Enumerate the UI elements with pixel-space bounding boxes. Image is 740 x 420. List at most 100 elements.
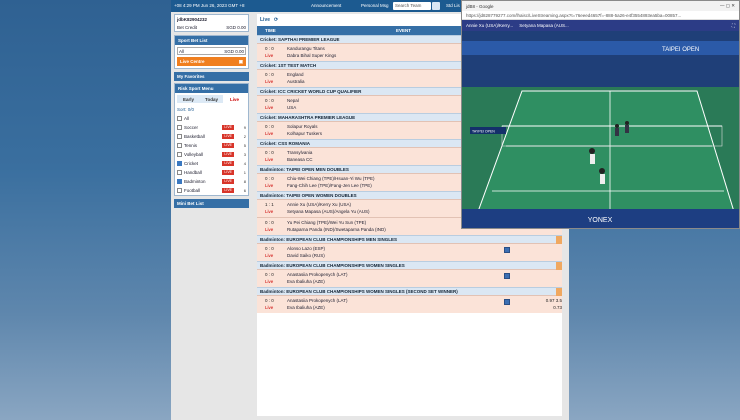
fullscreen-icon[interactable]: ⛶ bbox=[732, 23, 735, 28]
stream-tab-2[interactable]: Setyana Mapasa (AUS... bbox=[519, 23, 569, 28]
sponsor-board: TAIPEI OPEN bbox=[662, 47, 699, 53]
sport-checkbox[interactable] bbox=[177, 170, 182, 175]
sport-item[interactable]: Badminton LIVE 8 bbox=[175, 177, 248, 186]
sport-checkbox[interactable] bbox=[177, 125, 182, 130]
sport-count: 9 bbox=[243, 125, 246, 130]
match-row: 0 : 0 Live Anastasiia Prokopenych (LAT) Eva… bbox=[257, 295, 562, 313]
live-badge: LIVE bbox=[222, 125, 234, 130]
live-label: Live bbox=[265, 227, 274, 232]
sport-name: Soccer bbox=[184, 125, 199, 130]
sport-count: 5 bbox=[243, 143, 246, 148]
sport-checkbox[interactable] bbox=[177, 152, 182, 157]
stream-icon[interactable] bbox=[504, 247, 510, 253]
live-stream-window: jdB8 - Google — ▢ ✕ https://jd828779277.c… bbox=[461, 0, 740, 229]
sport-checkbox[interactable] bbox=[177, 143, 182, 148]
sport-item[interactable]: Cricket LIVE 4 bbox=[175, 159, 248, 168]
match-teams: Anastasiia Prokopenych (LAT) Eva Ibaliuha… bbox=[285, 296, 504, 313]
sport-count: 1 bbox=[243, 170, 246, 175]
mini-bet-list[interactable]: Mini Bet List bbox=[174, 199, 249, 208]
my-favorites[interactable]: My Favorites bbox=[174, 72, 249, 81]
league-name: Cricket: 1ST TEST MATCH bbox=[260, 63, 317, 68]
live-badge: LIVE bbox=[222, 152, 234, 157]
refresh-icon[interactable]: ⟳ bbox=[274, 17, 278, 23]
live-label: Live bbox=[265, 131, 274, 136]
stream-icon[interactable] bbox=[504, 273, 510, 279]
league-name: Badminton: TAIPEI OPEN MEN DOUBLES bbox=[260, 167, 349, 172]
stream-window-title: jdB8 - Google — ▢ ✕ bbox=[462, 1, 739, 11]
match-score: 0 : 0 Live bbox=[257, 296, 285, 313]
live-label: Live bbox=[265, 79, 274, 84]
sport-item[interactable]: Basketball LIVE 2 bbox=[175, 132, 248, 141]
sport-item[interactable]: Tennis LIVE 5 bbox=[175, 141, 248, 150]
sport-item[interactable]: Handball LIVE 1 bbox=[175, 168, 248, 177]
sport-item[interactable]: All bbox=[175, 114, 248, 123]
search-input[interactable]: Search Team bbox=[393, 2, 431, 10]
live-badge: LIVE bbox=[222, 143, 234, 148]
sport-checkbox[interactable] bbox=[177, 179, 182, 184]
match-score: 0 : 0 Live bbox=[257, 218, 285, 235]
collapse-icon[interactable] bbox=[556, 288, 562, 296]
sport-count: 4 bbox=[243, 161, 246, 166]
score-text: 0 : 0 bbox=[265, 124, 274, 129]
live-label: Live bbox=[265, 305, 274, 310]
sport-checkbox[interactable] bbox=[177, 116, 182, 121]
live-badge: LIVE bbox=[222, 170, 234, 175]
sport-name: Basketball bbox=[184, 134, 205, 139]
stream-tab-1[interactable]: Annie Xu (USA)/Kerry... bbox=[466, 23, 513, 28]
live-title: Live bbox=[260, 17, 271, 23]
badminton-video: YONEX TAYPEI OPEN TAIPEI OPEN bbox=[462, 31, 739, 228]
league-name: Cricket: CSS ROMANIA bbox=[260, 141, 311, 146]
sport-checkbox[interactable] bbox=[177, 161, 182, 166]
tv-icon: ▣ bbox=[238, 58, 243, 64]
live-badge: LIVE bbox=[222, 134, 234, 139]
away-team: Eva Ibaliuha (AZE) bbox=[287, 304, 325, 310]
league-name: Cricket: ICC CRICKET WORLD CUP QUALIFIER bbox=[260, 89, 362, 94]
collapse-icon[interactable] bbox=[556, 262, 562, 270]
board-text: YONEX bbox=[588, 217, 613, 224]
bet-type-select[interactable]: All SGD 0.00 bbox=[177, 47, 246, 55]
stream-title: jdB8 - Google bbox=[466, 3, 494, 9]
tab-today[interactable]: Today bbox=[200, 95, 223, 103]
sport-bet-header[interactable]: Sport Bet List bbox=[175, 36, 248, 45]
live-centre-button[interactable]: Live Centre ▣ bbox=[177, 57, 246, 66]
score-text: 0 : 0 bbox=[265, 72, 274, 77]
match-score: 0 : 0 Live bbox=[257, 70, 285, 87]
score-text: 1 : 1 bbox=[265, 202, 274, 207]
live-badge: LIVE bbox=[222, 179, 234, 184]
league-name: Badminton: TAIPEI OPEN WOMEN DOUBLES bbox=[260, 193, 357, 198]
away-odds[interactable]: 0.73 bbox=[553, 305, 562, 310]
search-icon[interactable] bbox=[432, 2, 440, 10]
league-header[interactable]: Badminton: EUROPEAN CLUB CHAMPIONSHIPS W… bbox=[257, 287, 562, 296]
sport-item[interactable]: Football LIVE 6 bbox=[175, 186, 248, 195]
sport-item[interactable]: Soccer LIVE 9 bbox=[175, 123, 248, 132]
risk-sport-header[interactable]: Risk Sport Menu bbox=[175, 84, 248, 93]
tab-live[interactable]: Live bbox=[223, 95, 246, 103]
sport-checkbox[interactable] bbox=[177, 188, 182, 193]
personal-message-link[interactable]: Personal Msg bbox=[361, 3, 389, 8]
std-badge[interactable]: Std Lis bbox=[446, 3, 460, 8]
league-header[interactable]: Badminton: EUROPEAN CLUB CHAMPIONSHIPS W… bbox=[257, 261, 562, 270]
odds-cell[interactable] bbox=[542, 270, 562, 287]
sort-label: Sort: 0/0 bbox=[177, 107, 195, 112]
bet-credit: Bet Credit SGD 0.00 bbox=[175, 23, 248, 31]
league-header[interactable]: Badminton: EUROPEAN CLUB CHAMPIONSHIPS M… bbox=[257, 235, 562, 244]
stream-icon[interactable] bbox=[504, 299, 510, 305]
odds-cell[interactable]: 0.97 3.5 0.73 bbox=[542, 296, 562, 313]
score-text: 0 : 0 bbox=[265, 220, 274, 225]
collapse-icon[interactable] bbox=[556, 236, 562, 244]
stream-url-bar[interactable]: https://jd828779277.com/lhaisc/LiveStrea… bbox=[462, 11, 739, 20]
sport-item[interactable]: Volleyball LIVE 3 bbox=[175, 150, 248, 159]
match-score: 0 : 0 Live bbox=[257, 122, 285, 139]
court-scene: YONEX TAYPEI OPEN TAIPEI OPEN bbox=[462, 31, 739, 228]
window-controls-icon[interactable]: — ▢ ✕ bbox=[720, 3, 735, 9]
announcement-link[interactable]: Announcement bbox=[311, 3, 341, 8]
match-teams: Alonso Lazo (ESP) David Saiko (RUS) bbox=[285, 244, 504, 261]
match-score: 1 : 1 Live bbox=[257, 200, 285, 217]
sport-list: All Soccer LIVE 9 Basketball LIVE 2 Tennis LIVE 5… bbox=[175, 114, 248, 195]
home-odds[interactable]: 0.97 3.5 bbox=[546, 298, 562, 303]
odds-cell[interactable] bbox=[542, 244, 562, 261]
live-label: Live bbox=[265, 253, 274, 258]
tab-early[interactable]: Early bbox=[177, 95, 200, 103]
sport-count: 3 bbox=[243, 152, 246, 157]
sport-checkbox[interactable] bbox=[177, 134, 182, 139]
